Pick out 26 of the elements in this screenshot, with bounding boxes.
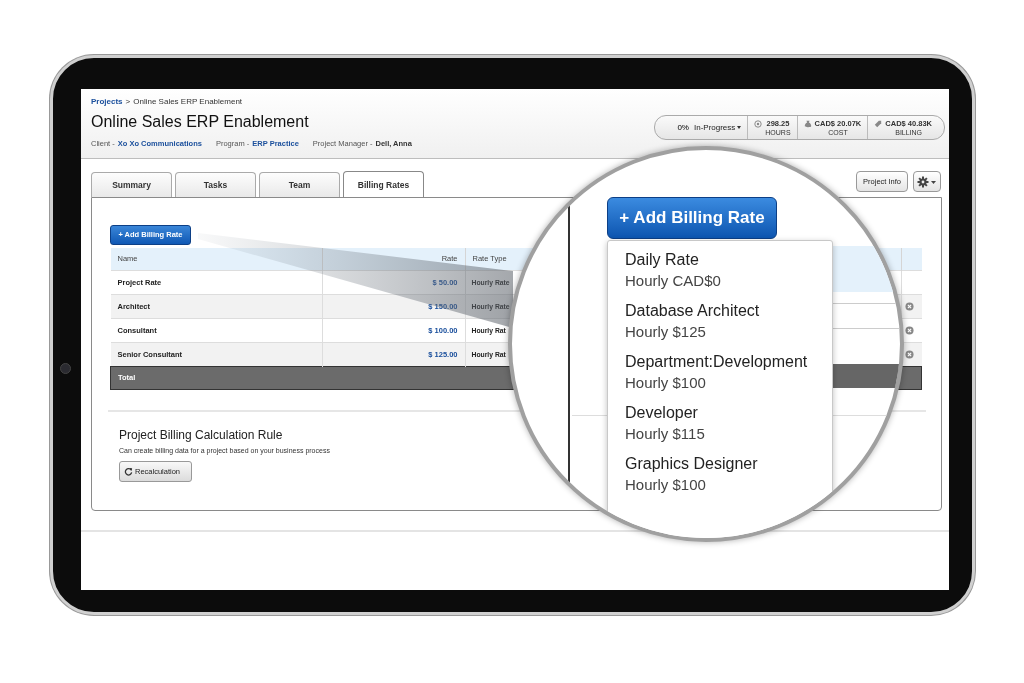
settings-button[interactable] xyxy=(913,171,941,192)
tab[interactable]: Team xyxy=(259,172,340,197)
tab[interactable]: Summary xyxy=(91,172,172,197)
menu-item[interactable]: Daily Rate Hourly CAD$0 xyxy=(625,251,832,289)
breadcrumb-separator: > xyxy=(125,97,131,106)
delete-icon[interactable] xyxy=(904,325,914,335)
delete-icon[interactable] xyxy=(904,301,914,311)
menu-item[interactable]: Database Architect Hourly $125 xyxy=(625,302,832,340)
camera-icon xyxy=(60,363,71,374)
money-bag-icon xyxy=(803,120,812,128)
section-title: Project Billing Calculation Rule xyxy=(119,427,283,442)
page-title: Online Sales ERP Enablement xyxy=(91,113,310,131)
refresh-icon xyxy=(124,466,133,476)
breadcrumb-current: Online Sales ERP Enablement xyxy=(133,97,243,106)
menu-item[interactable]: Department:Development Hourly $100 xyxy=(625,353,832,391)
menu-item[interactable]: Graphics Designer Hourly $100 xyxy=(625,455,832,493)
tab[interactable]: Billing Rates xyxy=(343,171,424,197)
delete-icon[interactable] xyxy=(904,349,914,359)
progress-text: 0% xyxy=(677,123,689,132)
status-dropdown[interactable]: In-Progress xyxy=(693,123,742,132)
add-billing-rate-button[interactable]: + Add Billing Rate xyxy=(607,197,777,239)
breadcrumb-link[interactable]: Projects xyxy=(91,97,123,106)
clock-icon xyxy=(754,120,763,128)
tag-icon xyxy=(874,120,883,128)
menu-item[interactable]: Developer Hourly $115 xyxy=(625,404,832,442)
tab[interactable]: Tasks xyxy=(175,172,256,197)
